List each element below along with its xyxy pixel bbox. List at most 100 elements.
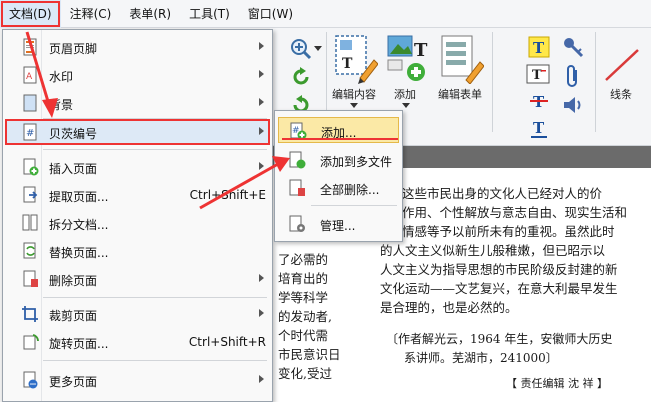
more-pages-icon — [23, 371, 38, 389]
menu-item-header-footer[interactable]: 页眉页脚 — [5, 34, 270, 60]
menu-item-label: 更多页面 — [49, 375, 98, 389]
svg-text:T: T — [533, 119, 545, 137]
edit-form-label[interactable]: 编辑表单 — [438, 86, 482, 102]
menu-item-shortcut: Ctrl+Shift+E — [189, 188, 266, 202]
submenu-arrow-icon — [259, 274, 264, 282]
text-replace-icon[interactable]: T — [526, 64, 550, 86]
author-line: 〔作者解光云，1964 年生，安徽师大历史 — [386, 332, 613, 346]
editor-credit: 【 责任编辑 沈 祥 】 — [506, 374, 608, 393]
toolbar-separator — [595, 32, 596, 132]
left-line: 了必需的 — [278, 252, 329, 267]
menu-tools[interactable]: 工具(T) — [180, 0, 239, 28]
menu-item-label: 页眉页脚 — [49, 42, 98, 56]
submenu-arrow-icon — [259, 127, 264, 135]
paperclip-icon[interactable] — [564, 64, 582, 88]
menu-form[interactable]: 表单(R) — [120, 0, 180, 28]
crop-pages-icon — [22, 306, 38, 322]
add-content-icon[interactable]: T — [386, 34, 430, 84]
menu-item-label: 插入页面 — [49, 162, 98, 176]
menu-item-delete-pages[interactable]: 删除页面 — [5, 266, 270, 292]
submenu-arrow-icon — [259, 375, 264, 383]
submenu-arrow-icon — [259, 98, 264, 106]
text-line: 人文主义为指导思想的市民阶级反封建的新 — [380, 262, 618, 277]
menu-item-replace-pages[interactable]: 替换页面... — [5, 238, 270, 264]
menu-item-shortcut: Ctrl+Shift+R — [188, 335, 266, 349]
submenu-arrow-icon — [259, 162, 264, 170]
menu-separator — [43, 149, 267, 150]
left-line: 个时代需 — [278, 328, 329, 343]
zoom-in-icon[interactable] — [290, 38, 312, 60]
submenu-item-label: 添加到多文件 — [320, 155, 393, 169]
text-line: 情感等予以前所未有的重视。虽然此时 — [402, 224, 615, 239]
menu-window[interactable]: 窗口(W) — [239, 0, 302, 28]
svg-text:A: A — [26, 72, 33, 82]
split-document-icon — [22, 214, 38, 231]
submenu-item-delete-all[interactable]: 全部删除... — [278, 175, 399, 201]
svg-text:T: T — [532, 68, 542, 83]
text-line: 作用、个性解放与意志自由、现实生活和 — [402, 205, 628, 220]
svg-text:#: # — [26, 128, 34, 139]
menu-separator — [43, 360, 267, 361]
watermark-icon: A — [23, 66, 37, 84]
text-highlight-icon[interactable]: T — [528, 36, 550, 58]
manage-bates-icon — [289, 215, 305, 232]
speaker-icon[interactable] — [562, 94, 586, 116]
edit-content-label[interactable]: 编辑内容 — [332, 86, 376, 102]
menu-comment[interactable]: 注释(C) — [61, 0, 121, 28]
author-line: 系讲师。芜湖市，241000〕 — [404, 351, 558, 365]
menu-item-crop-pages[interactable]: 裁剪页面 — [5, 301, 270, 327]
add-label[interactable]: 添加 — [394, 86, 416, 102]
menu-item-label: 水印 — [49, 70, 74, 84]
rotate-pages-icon — [23, 334, 39, 350]
menu-item-split-document[interactable]: 拆分文档... — [5, 210, 270, 236]
menu-item-label: 旋转页面... — [49, 337, 109, 351]
menu-item-rotate-pages[interactable]: 旋转页面... Ctrl+Shift+R — [5, 329, 270, 355]
menu-item-bates-numbering[interactable]: # 贝茨编号 — [5, 119, 270, 145]
underline-text-icon[interactable]: T — [528, 118, 550, 140]
background-icon — [23, 94, 37, 112]
menu-item-label: 拆分文档... — [49, 218, 109, 232]
menu-item-watermark[interactable]: A 水印 — [5, 62, 270, 88]
dropdown-arrow-icon[interactable] — [314, 46, 322, 52]
menu-item-extract-pages[interactable]: 提取页面... Ctrl+Shift+E — [5, 182, 270, 208]
edit-form-icon[interactable] — [440, 34, 484, 84]
menu-item-label: 提取页面... — [49, 190, 109, 204]
bates-number-icon: # — [23, 123, 37, 141]
menu-item-label: 裁剪页面 — [49, 309, 98, 323]
submenu-item-add[interactable]: # 添加... — [278, 117, 399, 143]
delete-pages-icon — [23, 270, 38, 287]
left-line: 培育出的 — [278, 271, 329, 286]
editor-line: 【 责任编辑 沈 祥 】 — [506, 377, 608, 390]
text-line: 是合理的，也是必然的。 — [380, 300, 518, 315]
menu-document[interactable]: 文档(D) — [0, 0, 61, 28]
submenu-item-label: 管理... — [320, 219, 356, 233]
rotate-clockwise-icon[interactable] — [290, 66, 312, 88]
toolbar-separator — [492, 32, 493, 132]
submenu-item-add-to-multiple-files[interactable]: 添加到多文件 — [278, 147, 399, 173]
line-tool-icon[interactable] — [602, 46, 642, 86]
menu-item-insert-page[interactable]: 插入页面 — [5, 154, 270, 180]
document-menu: 页眉页脚 A 水印 背景 # 贝茨编号 插入页面 提取页面... Ctrl+Sh… — [2, 29, 273, 402]
header-footer-icon — [23, 38, 37, 56]
svg-text:T: T — [533, 39, 545, 57]
strikethrough-text-icon[interactable]: T — [528, 90, 550, 112]
submenu-arrow-icon — [259, 42, 264, 50]
menu-item-more-pages[interactable]: 更多页面 — [5, 367, 270, 393]
menu-item-background[interactable]: 背景 — [5, 90, 270, 116]
delete-all-bates-icon — [289, 179, 305, 196]
key-icon[interactable] — [562, 36, 584, 58]
lines-label[interactable]: 线条 — [610, 86, 632, 102]
insert-page-icon — [23, 158, 39, 176]
menu-item-label: 背景 — [49, 98, 74, 112]
menubar: 文档(D) 注释(C) 表单(R) 工具(T) 窗口(W) — [0, 0, 651, 28]
submenu-arrow-icon — [259, 70, 264, 78]
edit-content-icon[interactable]: T — [334, 34, 378, 84]
text-line: 的人文主义似新生儿般稚嫩，但已昭示以 — [380, 243, 606, 258]
left-line: 学等科学 — [278, 290, 329, 305]
submenu-item-manage[interactable]: 管理... — [278, 211, 399, 237]
left-line: 的发动者, — [278, 309, 332, 324]
edit-content-dropdown-icon[interactable] — [350, 103, 358, 109]
add-multiple-files-icon — [289, 151, 306, 169]
author-note: 〔作者解光云，1964 年生，安徽师大历史 系讲师。芜湖市，241000〕 — [386, 330, 612, 368]
add-dropdown-icon[interactable] — [402, 103, 410, 109]
